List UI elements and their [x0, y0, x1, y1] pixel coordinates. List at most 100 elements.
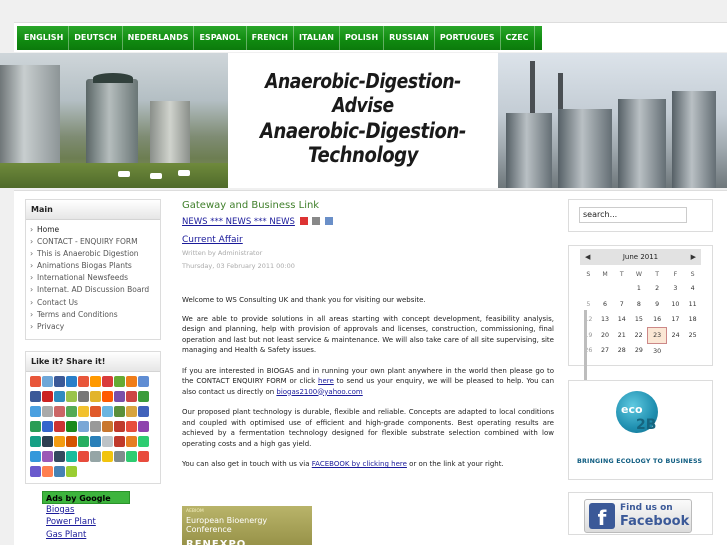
menu-item-contact-us[interactable]: Contact Us	[30, 297, 156, 309]
email-link[interactable]: biogas2100@yahoo.com	[276, 388, 362, 396]
share-service-icon[interactable]	[102, 435, 113, 447]
share-service-icon[interactable]	[30, 450, 41, 462]
calendar-day[interactable]: 1	[630, 281, 648, 297]
share-service-icon[interactable]	[90, 390, 101, 402]
share-service-icon[interactable]	[54, 420, 65, 432]
share-service-icon[interactable]	[66, 450, 77, 462]
share-service-icon[interactable]	[102, 375, 113, 387]
menu-item-contact-enquiry-form[interactable]: CONTACT - ENQUIRY FORM	[30, 236, 156, 248]
share-service-icon[interactable]	[30, 405, 41, 417]
calendar-day[interactable]: 10	[667, 297, 685, 313]
share-service-icon[interactable]	[30, 420, 41, 432]
facebook-button[interactable]: f Find us on Facebook	[584, 498, 692, 533]
share-service-icon[interactable]	[126, 390, 137, 402]
calendar-day[interactable]: 29	[630, 343, 648, 359]
share-service-icon[interactable]	[66, 465, 77, 477]
share-service-icon[interactable]	[126, 435, 137, 447]
share-service-icon[interactable]	[54, 390, 65, 402]
ad-link-power-plant[interactable]: Power Plant	[42, 516, 130, 529]
news-link[interactable]: NEWS *** NEWS *** NEWS	[182, 217, 295, 227]
print-icon[interactable]	[312, 217, 321, 225]
share-service-icon[interactable]	[54, 450, 65, 462]
lang-french[interactable]: FRENCH	[247, 26, 294, 50]
calendar-day[interactable]: 7	[613, 297, 630, 313]
calendar-day[interactable]: 26	[580, 343, 597, 359]
menu-item-animations-biogas-plants[interactable]: Animations Biogas Plants	[30, 260, 156, 272]
calendar-day[interactable]: 19	[580, 328, 597, 344]
calendar-day[interactable]: 25	[684, 328, 701, 344]
share-service-icon[interactable]	[126, 450, 137, 462]
calendar-day[interactable]: 27	[597, 343, 614, 359]
share-service-icon[interactable]	[78, 390, 89, 402]
facebook-link[interactable]: FACEBOOK by clicking here	[312, 460, 407, 468]
share-service-icon[interactable]	[90, 450, 101, 462]
calendar-day[interactable]: 22	[630, 328, 648, 344]
share-service-icon[interactable]	[126, 405, 137, 417]
share-service-icon[interactable]	[126, 420, 137, 432]
share-service-icon[interactable]	[66, 435, 77, 447]
calendar-day[interactable]: 18	[684, 312, 701, 328]
share-service-icon[interactable]	[102, 450, 113, 462]
share-service-icon[interactable]	[90, 420, 101, 432]
ads-title[interactable]: Ads by Google	[42, 490, 130, 504]
share-service-icon[interactable]	[90, 405, 101, 417]
lang-espanol[interactable]: ESPANOL	[194, 26, 247, 50]
menu-item-this-is-anaerobic-digestion[interactable]: This is Anaerobic Digestion	[30, 248, 156, 260]
share-service-icon[interactable]	[42, 450, 53, 462]
lang-russian[interactable]: RUSSIAN	[384, 26, 435, 50]
lang-english[interactable]: ENGLISH	[17, 26, 70, 50]
share-service-icon[interactable]	[66, 405, 77, 417]
share-service-icon[interactable]	[42, 420, 53, 432]
share-service-icon[interactable]	[90, 375, 101, 387]
lang-portugues[interactable]: PORTUGUES	[435, 26, 501, 50]
share-service-icon[interactable]	[114, 375, 125, 387]
ad-link-biogas[interactable]: Biogas	[42, 504, 130, 517]
share-service-icon[interactable]	[54, 375, 65, 387]
menu-item-privacy[interactable]: Privacy	[30, 321, 156, 333]
share-service-icon[interactable]	[30, 390, 41, 402]
share-service-icon[interactable]	[54, 435, 65, 447]
calendar-day[interactable]: 21	[613, 328, 630, 344]
share-service-icon[interactable]	[138, 435, 149, 447]
share-service-icon[interactable]	[126, 375, 137, 387]
calendar-day[interactable]: 6	[597, 297, 614, 313]
share-service-icon[interactable]	[114, 390, 125, 402]
calendar-day[interactable]: 9	[648, 297, 667, 313]
share-service-icon[interactable]	[78, 435, 89, 447]
calendar-day[interactable]: 15	[630, 312, 648, 328]
pdf-icon[interactable]	[299, 217, 308, 225]
menu-item-home[interactable]: Home	[30, 224, 156, 236]
calendar-day[interactable]: 14	[613, 312, 630, 328]
calendar-day[interactable]: 2	[648, 281, 667, 297]
menu-item-internat-ad-discussion-board[interactable]: Internat. AD Discussion Board	[30, 284, 156, 296]
calendar-day[interactable]: 17	[667, 312, 685, 328]
share-service-icon[interactable]	[114, 420, 125, 432]
lang-czec[interactable]: CZEC	[501, 26, 535, 50]
calendar-day[interactable]: 4	[684, 281, 701, 297]
next-month-icon[interactable]: ▶	[691, 249, 696, 265]
calendar-day[interactable]: 20	[597, 328, 614, 344]
calendar-day[interactable]: 11	[684, 297, 701, 313]
lang-nederlands[interactable]: NEDERLANDS	[123, 26, 195, 50]
share-service-icon[interactable]	[102, 390, 113, 402]
calendar-day[interactable]: 12	[580, 312, 597, 328]
share-service-icon[interactable]	[66, 420, 77, 432]
calendar-day[interactable]: 24	[667, 328, 685, 344]
ad-link-gas-plant[interactable]: Gas Plant	[42, 529, 130, 542]
share-service-icon[interactable]	[90, 435, 101, 447]
share-service-icon[interactable]	[78, 450, 89, 462]
share-service-icon[interactable]	[66, 375, 77, 387]
share-service-icon[interactable]	[42, 390, 53, 402]
calendar-day[interactable]: 13	[597, 312, 614, 328]
calendar-day[interactable]: 5	[580, 297, 597, 313]
lang-italian[interactable]: ITALIAN	[294, 26, 340, 50]
email-icon[interactable]	[325, 217, 334, 225]
lang-polish[interactable]: POLISH	[340, 26, 385, 50]
share-service-icon[interactable]	[30, 465, 41, 477]
calendar-day[interactable]: 3	[667, 281, 685, 297]
renexpo-banner[interactable]: AEBIOM European Bioenergy Conference REN…	[182, 506, 312, 545]
share-service-icon[interactable]	[102, 420, 113, 432]
calendar-day[interactable]: 16	[648, 312, 667, 328]
share-service-icon[interactable]	[42, 405, 53, 417]
share-service-icon[interactable]	[78, 375, 89, 387]
